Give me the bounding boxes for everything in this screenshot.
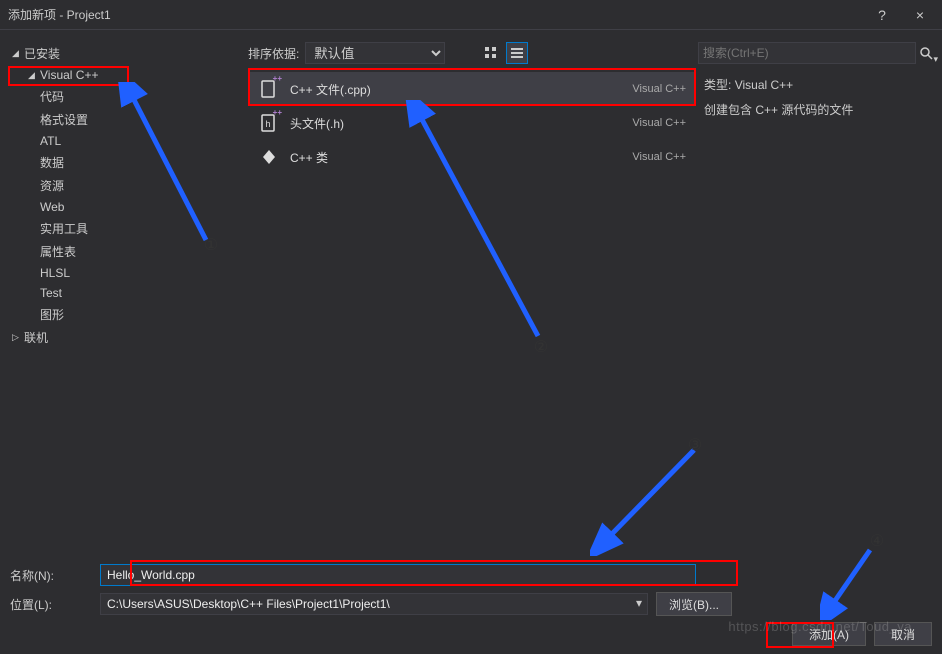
name-label: 名称(N):: [10, 567, 100, 584]
tree-shapes[interactable]: 图形: [8, 303, 240, 326]
category-tree: ◢ 已安装 ◢ Visual C++ 代码 格式设置 ATL 数据 资源 Web…: [0, 36, 240, 349]
template-name: 头文件(.h): [290, 115, 632, 132]
tree-item[interactable]: 实用工具: [8, 217, 240, 240]
template-name: C++ 文件(.cpp): [290, 81, 632, 98]
grid-icon: [484, 46, 498, 60]
tree-installed[interactable]: ◢ 已安装: [8, 42, 240, 65]
browse-button[interactable]: 浏览(B)...: [656, 592, 732, 616]
tree-label: 代码: [40, 88, 64, 105]
close-button[interactable]: ×: [910, 7, 930, 23]
tree-item[interactable]: 数据: [8, 151, 240, 174]
detail-desc: 创建包含 C++ 源代码的文件: [704, 101, 930, 118]
template-lang: Visual C++: [632, 151, 686, 163]
tree-label: Test: [40, 286, 62, 300]
detail-type: 类型: Visual C++: [704, 76, 930, 93]
titlebar: 添加新项 - Project1 ? ×: [0, 0, 942, 30]
window-controls: ? ×: [872, 7, 934, 23]
watermark: https://blog.csdn.net/Toud_ya: [728, 619, 912, 634]
location-label: 位置(L):: [10, 596, 100, 613]
view-list-button[interactable]: [506, 42, 528, 64]
template-cpp-class[interactable]: C++ 类 Visual C++: [248, 140, 696, 174]
svg-text:h: h: [265, 119, 270, 129]
tree-item[interactable]: 属性表: [8, 240, 240, 263]
tree-item[interactable]: 资源: [8, 174, 240, 197]
bottom-form: 名称(N): 位置(L): ▾ 浏览(B)... 添加(A) 取消: [0, 558, 942, 654]
list-icon: [510, 46, 524, 60]
tree-item[interactable]: Web: [8, 197, 240, 217]
sort-bar: 排序依据: 默认值: [248, 42, 445, 64]
template-list: ++ C++ 文件(.cpp) Visual C++ h ++ 头文件(.h) …: [248, 72, 696, 174]
tree-label: 数据: [40, 154, 64, 171]
tree-label: 联机: [24, 329, 48, 346]
sort-label: 排序依据:: [248, 45, 299, 62]
detail-type-value: Visual C++: [735, 78, 793, 92]
tree-online[interactable]: ▷ 联机: [8, 326, 240, 349]
search-input[interactable]: [703, 46, 911, 60]
annotation-number-3: ③: [684, 434, 706, 456]
template-lang: Visual C++: [632, 117, 686, 129]
tree-label: ATL: [40, 134, 61, 148]
chevron-right-icon: ▷: [12, 332, 22, 343]
tree-label: 属性表: [40, 243, 76, 260]
name-input[interactable]: [100, 564, 696, 586]
annotation-number-2: ②: [530, 336, 552, 358]
view-mode-group: [480, 42, 528, 64]
detail-type-label: 类型:: [704, 78, 731, 92]
template-cpp-file[interactable]: ++ C++ 文件(.cpp) Visual C++: [248, 72, 696, 106]
tree-label: 图形: [40, 306, 64, 323]
template-lang: Visual C++: [632, 83, 686, 95]
tree-label: Visual C++: [40, 68, 98, 82]
details-pane: 类型: Visual C++ 创建包含 C++ 源代码的文件: [704, 76, 930, 126]
tree-label: HLSL: [40, 266, 70, 280]
tree-label: Web: [40, 200, 64, 214]
sort-select[interactable]: 默认值: [305, 42, 445, 64]
tree-label: 格式设置: [40, 111, 88, 128]
header-file-icon: h ++: [258, 112, 280, 134]
chevron-down-icon: ◢: [28, 70, 38, 81]
window-title: 添加新项 - Project1: [8, 6, 872, 23]
search-icon[interactable]: ▾: [918, 42, 934, 64]
template-header-file[interactable]: h ++ 头文件(.h) Visual C++: [248, 106, 696, 140]
tree-label: 资源: [40, 177, 64, 194]
tree-item[interactable]: HLSL: [8, 263, 240, 283]
cpp-file-icon: ++: [258, 78, 280, 100]
tree-label: 已安装: [24, 45, 60, 62]
tree-item[interactable]: 格式设置: [8, 108, 240, 131]
annotation-arrow-3: [590, 436, 710, 556]
annotation-number-4: ④: [866, 530, 888, 552]
tree-label: 实用工具: [40, 220, 88, 237]
tree-visual-cpp[interactable]: ◢ Visual C++: [8, 65, 240, 85]
chevron-down-icon[interactable]: ▾: [636, 596, 642, 610]
chevron-down-icon: ◢: [12, 48, 22, 59]
tree-item[interactable]: ATL: [8, 131, 240, 151]
cpp-class-icon: [258, 146, 280, 168]
help-button[interactable]: ?: [872, 7, 892, 23]
tree-item[interactable]: Test: [8, 283, 240, 303]
view-grid-button[interactable]: [480, 42, 502, 64]
location-input[interactable]: [100, 593, 648, 615]
tree-item[interactable]: 代码: [8, 85, 240, 108]
template-name: C++ 类: [290, 149, 632, 166]
search-box[interactable]: [698, 42, 916, 64]
